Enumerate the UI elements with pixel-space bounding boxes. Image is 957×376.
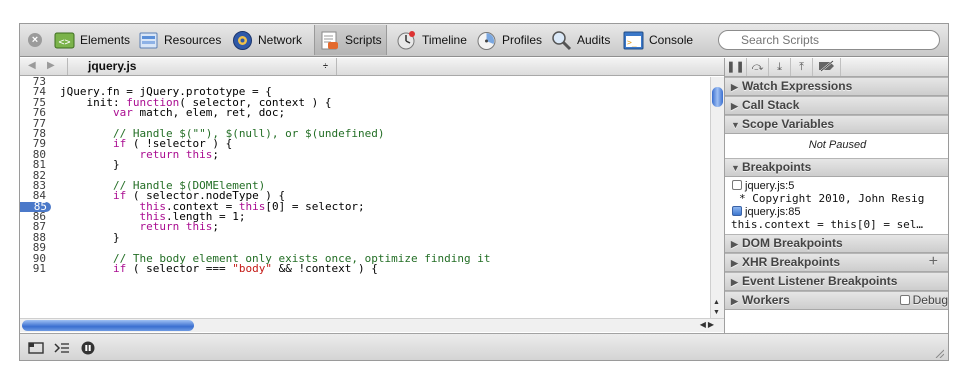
timeline-icon [396,30,417,51]
scroll-down-arrow-icon[interactable]: ▼ [713,309,720,316]
resize-grip-icon[interactable] [934,348,944,358]
code-line: 87 return this; [20,221,710,232]
workers-debug-checkbox[interactable] [899,295,910,305]
code-text: var match, elem, ret, doc; [112,106,286,120]
scroll-left-right-arrows-icon[interactable]: ◀▶ [700,320,716,329]
breakpoint-item[interactable]: jquery.js:85 [732,206,800,218]
add-xhr-breakpoint-button[interactable]: + [929,253,938,270]
tab-console[interactable]: >_ Console [619,27,697,53]
horizontal-scroll-thumb[interactable] [22,320,194,331]
tab-elements[interactable]: <> Elements [50,27,134,53]
code-text: } [60,158,120,172]
tab-timeline-label: Timeline [422,33,467,47]
breakpoint-location: jquery.js:85 [745,206,801,218]
vertical-scroll-thumb[interactable] [712,87,723,107]
code-text: } [60,230,120,244]
xhr-breakpoints-header[interactable]: ▶ XHR Breakpoints + [725,253,948,272]
forward-arrow-icon[interactable]: ▶ [47,60,55,71]
disclosure-right-icon: ▶ [731,277,738,287]
breakpoint-code-snippet: * Copyright 2010, John Resig [739,192,925,205]
code-line: 91 if ( selector === "body" && !context … [20,262,710,276]
show-console-icon[interactable] [54,341,70,355]
disclosure-right-icon: ▶ [731,296,738,306]
code-horizontal-scrollbar[interactable]: ◀▶ [20,318,724,332]
elements-icon: <> [54,30,75,51]
breakpoint-checkbox-checked[interactable] [732,206,742,216]
tab-elements-label: Elements [80,33,131,47]
svg-text:>_: >_ [627,38,637,47]
dock-toggle-icon[interactable] [28,341,44,355]
tab-scripts-label: Scripts [345,33,382,47]
inspector-status-bar [20,333,948,360]
resources-icon [138,30,159,51]
tab-network[interactable]: Network [228,27,306,53]
code-text: if ( selector === "body" && !context ) { [112,262,378,276]
console-icon: >_ [623,30,644,51]
profiles-icon [476,30,497,51]
breakpoints-header[interactable]: ▼ Breakpoints [725,158,948,177]
breakpoint-code-snippet: this.context = this[0] = sel… [731,218,924,231]
disclosure-right-icon: ▶ [731,239,738,249]
back-arrow-icon[interactable]: ◀ [28,60,36,71]
disclosure-down-icon: ▼ [731,163,740,173]
source-code-view[interactable]: 73 74 jQuery.fn = jQuery.prototype = {75 i… [20,77,710,318]
watch-expressions-header[interactable]: ▶ Watch Expressions [725,77,948,96]
deactivate-breakpoints-icon[interactable] [813,58,841,76]
event-listener-breakpoints-header[interactable]: ▶ Event Listener Breakpoints [725,272,948,291]
disclosure-down-icon: ▼ [731,120,740,130]
audits-icon [551,30,572,51]
breakpoint-item[interactable]: jquery.js:5 [732,180,794,192]
tab-console-label: Console [649,33,694,47]
code-vertical-scrollbar[interactable]: ▲ ▼ [710,77,724,318]
step-out-icon[interactable]: ⤒ [791,58,813,76]
disclosure-right-icon: ▶ [731,258,738,268]
code-line: 80 return this; [20,149,710,160]
tab-resources[interactable]: Resources [134,27,225,53]
code-line: 76 var match, elem, ret, doc; [20,106,710,120]
tab-resources-label: Resources [164,33,222,47]
tab-network-label: Network [258,33,303,47]
scripts-icon [319,30,340,51]
pause-icon[interactable]: ❚❚ [725,58,747,76]
call-stack-header[interactable]: ▶ Call Stack [725,96,948,115]
debugger-sidebar: ❚❚ ⤼ ⤓ ⤒ ▶ Watch Expressions ▶ Call Stack … [724,58,948,333]
web-inspector-window: × <> Elements Resources Network Scripts [19,23,949,361]
tab-audits-label: Audits [577,33,611,47]
inspector-toolbar: × <> Elements Resources Network Scripts [20,24,948,57]
debugger-controls: ❚❚ ⤼ ⤓ ⤒ [725,58,948,77]
code-line: 88 } [20,230,710,244]
not-paused-label: Not Paused [808,139,867,151]
pause-on-exceptions-icon[interactable] [80,341,96,355]
step-into-icon[interactable]: ⤓ [769,58,791,76]
scroll-up-arrow-icon[interactable]: ▲ [713,299,720,306]
disclosure-right-icon: ▶ [731,82,738,92]
tab-audits[interactable]: Audits [547,27,614,53]
breakpoint-location: jquery.js:5 [745,180,795,192]
tab-timeline[interactable]: Timeline [392,27,471,53]
tab-scripts[interactable]: Scripts [314,25,387,55]
breakpoint-checkbox[interactable] [732,180,742,190]
script-file-bar: ◀ ▶ jquery.js ÷ [20,58,724,76]
workers-header[interactable]: ▶ Workers Debug [725,291,948,310]
dropdown-arrows-icon: ÷ [323,61,328,71]
svg-text:<>: <> [58,37,70,48]
line-number[interactable]: 91 [20,263,48,274]
network-icon [232,30,253,51]
code-line: 81 } [20,158,710,172]
search-scripts-input[interactable] [718,30,940,50]
dom-breakpoints-header[interactable]: ▶ DOM Breakpoints [725,234,948,253]
scope-variables-header[interactable]: ▼ Scope Variables [725,115,948,134]
step-over-icon[interactable]: ⤼ [747,58,769,76]
workers-debug-option[interactable]: Debug [899,292,948,309]
disclosure-right-icon: ▶ [731,101,738,111]
script-file-select[interactable]: jquery.js ÷ [67,58,337,75]
tab-profiles[interactable]: Profiles [472,27,546,53]
tab-profiles-label: Profiles [502,33,543,47]
close-icon[interactable]: × [28,33,42,47]
script-file-name: jquery.js [88,59,137,73]
